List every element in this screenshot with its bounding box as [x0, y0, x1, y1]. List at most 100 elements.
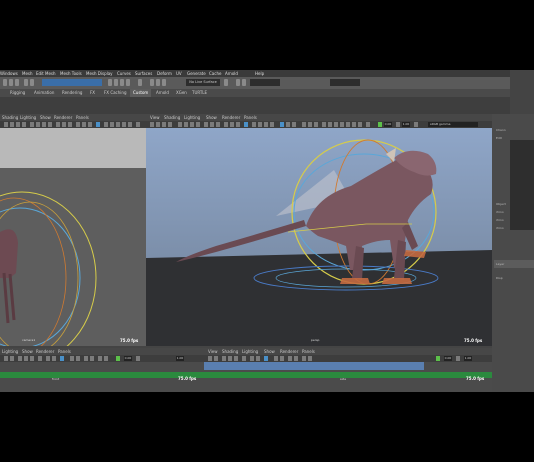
gamma-field[interactable]: 1.00: [402, 122, 410, 127]
camera-icon[interactable]: [208, 356, 212, 361]
xray-components-icon[interactable]: [264, 356, 268, 361]
bl-menu-renderer[interactable]: Renderer: [36, 348, 54, 355]
xray-icon[interactable]: [82, 122, 86, 127]
field-chart-icon[interactable]: [128, 122, 132, 127]
tab-arnold[interactable]: Arnold: [156, 89, 169, 97]
channel-box-tab[interactable]: Chann: [496, 128, 506, 132]
menu-item-help[interactable]: Help: [255, 70, 264, 77]
far-clip-icon[interactable]: [334, 122, 338, 127]
search-input[interactable]: [330, 79, 360, 86]
file-icon[interactable]: [3, 79, 7, 86]
channel-item-2[interactable]: rhino: [496, 218, 504, 222]
gate-mask-icon[interactable]: [76, 356, 80, 361]
grid-icon[interactable]: [214, 356, 218, 361]
menu-item-mesh-tools[interactable]: Mesh Tools: [60, 70, 82, 77]
textured-icon[interactable]: [190, 122, 194, 127]
exposure-icon[interactable]: [308, 356, 312, 361]
shade-icon[interactable]: [228, 356, 232, 361]
xray-components-icon[interactable]: [244, 122, 248, 127]
exposure-field[interactable]: 0.00: [444, 356, 452, 361]
layer-tab-label[interactable]: Layer: [496, 262, 504, 266]
resolution-gate-icon[interactable]: [274, 356, 278, 361]
left-menu-renderer[interactable]: Renderer: [54, 114, 72, 121]
menu-item-uv[interactable]: UV: [176, 70, 182, 77]
menu-item-curves[interactable]: Curves: [117, 70, 131, 77]
image-plane-icon[interactable]: [110, 122, 114, 127]
bl-menu-lighting[interactable]: Lighting: [2, 348, 18, 355]
render-settings-icon[interactable]: [162, 79, 166, 86]
left-menu-show[interactable]: Show: [40, 114, 51, 121]
selection-mask-icons[interactable]: [42, 79, 102, 86]
lights-icon[interactable]: [38, 356, 42, 361]
snap-grid-icon[interactable]: [108, 79, 112, 86]
persp-viewport[interactable]: persp 75.0 fps: [146, 128, 492, 346]
ao-icon[interactable]: [62, 122, 66, 127]
main-menu-view[interactable]: View: [150, 114, 160, 121]
ghost-icon[interactable]: [314, 122, 318, 127]
snap-curve-icon[interactable]: [114, 79, 118, 86]
resolution-gate-icon[interactable]: [116, 122, 120, 127]
bl-menu-panels[interactable]: Panels: [58, 348, 71, 355]
tab-animation[interactable]: Animation: [34, 89, 54, 97]
ao-icon[interactable]: [210, 122, 214, 127]
menu-item-mesh[interactable]: Mesh: [22, 70, 33, 77]
menu-item-generate[interactable]: Generate: [187, 70, 206, 77]
menu-item-edit-mesh[interactable]: Edit Mesh: [36, 70, 56, 77]
xray-joints-icon[interactable]: [88, 122, 92, 127]
undo-icon[interactable]: [24, 79, 28, 86]
exposure-icon[interactable]: [366, 122, 370, 127]
grid-icon[interactable]: [162, 122, 166, 127]
playblast-icon[interactable]: [308, 122, 312, 127]
channel-edit-menu[interactable]: Edit: [496, 136, 502, 140]
hud-icon[interactable]: [302, 122, 306, 127]
smooth-shade-icon[interactable]: [36, 122, 40, 127]
br-menu-view[interactable]: View: [208, 348, 218, 355]
camera-attributes-icon[interactable]: [104, 122, 108, 127]
symmetry-icon[interactable]: [224, 79, 228, 86]
resolution-gate-icon[interactable]: [264, 122, 268, 127]
motion-blur-icon[interactable]: [358, 122, 362, 127]
tab-turtle[interactable]: TURTLE: [192, 89, 207, 97]
camera-icon[interactable]: [4, 356, 8, 361]
wireframe-icon[interactable]: [30, 122, 34, 127]
tab-fx[interactable]: FX: [90, 89, 95, 97]
main-menu-show[interactable]: Show: [206, 114, 217, 121]
shadows-icon[interactable]: [204, 122, 208, 127]
xray-icon[interactable]: [52, 356, 56, 361]
isolate-icon[interactable]: [46, 356, 50, 361]
grid-icon[interactable]: [10, 356, 14, 361]
shade-icon[interactable]: [24, 356, 28, 361]
tab-rigging[interactable]: Rigging: [10, 89, 25, 97]
color-mgmt-icon[interactable]: [436, 356, 440, 361]
front-viewport[interactable]: front 75.0 fps: [0, 362, 204, 392]
exposure-icon[interactable]: [104, 356, 108, 361]
camera-lock-icon[interactable]: [322, 122, 326, 127]
exposure-field[interactable]: 0.00: [124, 356, 132, 361]
xray-icon[interactable]: [256, 356, 260, 361]
live-surface-field[interactable]: No Live Surface: [186, 79, 220, 86]
wireframe-icon[interactable]: [178, 122, 182, 127]
grease-pencil-icon[interactable]: [280, 122, 284, 127]
tab-rendering[interactable]: Rendering: [62, 89, 82, 97]
aa-icon[interactable]: [68, 122, 72, 127]
dof-icon[interactable]: [352, 122, 356, 127]
gamma-icon[interactable]: [136, 356, 140, 361]
snap-view-icon[interactable]: [126, 79, 130, 86]
xray-joints-icon[interactable]: [236, 122, 240, 127]
main-menu-renderer[interactable]: Renderer: [222, 114, 240, 121]
color-mgmt-icon[interactable]: [116, 356, 120, 361]
br-menu-lighting[interactable]: Lighting: [242, 348, 258, 355]
tab-fx-caching[interactable]: FX Caching: [104, 89, 126, 97]
menu-item-windows[interactable]: Windows: [0, 70, 18, 77]
xray-components-icon[interactable]: [60, 356, 64, 361]
resolution-gate-icon[interactable]: [70, 356, 74, 361]
main-menu-shading[interactable]: Shading: [164, 114, 180, 121]
xray-icon[interactable]: [230, 122, 234, 127]
tab-custom[interactable]: Custom: [130, 89, 152, 97]
shadows-icon[interactable]: [56, 122, 60, 127]
gamma-icon[interactable]: [456, 356, 460, 361]
texture-icon[interactable]: [30, 356, 34, 361]
view-transform-dropdown[interactable]: sRGB gamma: [428, 122, 478, 127]
aa-icon[interactable]: [216, 122, 220, 127]
backface-icon[interactable]: [346, 122, 350, 127]
